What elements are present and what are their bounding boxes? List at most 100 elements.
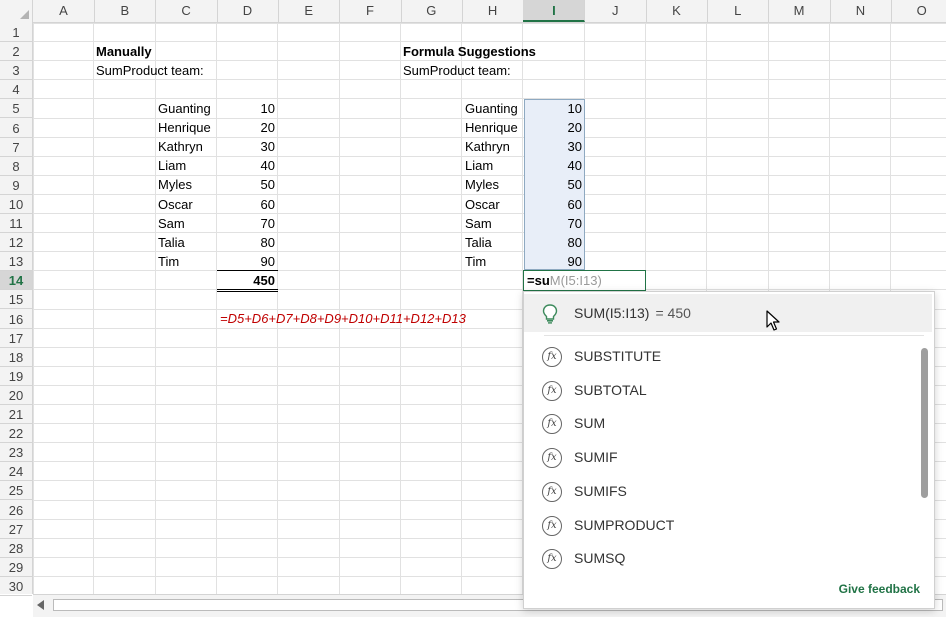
row-header-25[interactable]: 25 [0, 481, 32, 501]
column-header-M[interactable]: M [769, 0, 831, 22]
column-header-H[interactable]: H [462, 0, 525, 22]
row-header-11[interactable]: 11 [0, 214, 32, 233]
right-value-cell[interactable]: 70 [524, 214, 585, 233]
active-cell-I14[interactable]: =suM(I5:I13) [523, 270, 646, 291]
suggestion-result: = 450 [655, 305, 691, 321]
popup-scrollbar-thumb[interactable] [921, 348, 928, 498]
row-header-20[interactable]: 20 [0, 386, 32, 405]
column-header-B[interactable]: B [94, 0, 157, 22]
row-header-10[interactable]: 10 [0, 195, 32, 214]
column-header-N[interactable]: N [830, 0, 892, 22]
left-value-cell[interactable]: 80 [217, 233, 278, 252]
right-name-cell[interactable]: Tim [462, 252, 489, 271]
left-name-cell[interactable]: Tim [155, 252, 182, 271]
row-header-5[interactable]: 5 [0, 99, 32, 119]
right-value-cell[interactable]: 90 [524, 252, 585, 271]
row-header-27[interactable]: 27 [0, 520, 32, 539]
left-value-cell[interactable]: 40 [217, 156, 278, 175]
right-name-cell[interactable]: Guanting [462, 99, 521, 118]
right-name-cell[interactable]: Myles [462, 175, 502, 194]
row-header-16[interactable]: 16 [0, 310, 32, 329]
function-item-subtotal[interactable]: fx SUBTOTAL [524, 374, 919, 408]
column-header-G[interactable]: G [401, 0, 463, 22]
formula-suggestion-row[interactable]: SUM(I5:I13) = 450 [524, 294, 932, 332]
right-value-cell[interactable]: 30 [524, 137, 585, 156]
row-header-3[interactable]: 3 [0, 61, 32, 81]
column-header-L[interactable]: L [707, 0, 770, 22]
function-item-substitute[interactable]: fx SUBSTITUTE [524, 340, 919, 374]
left-name-cell[interactable]: Myles [155, 175, 195, 194]
column-header-I[interactable]: I [523, 0, 586, 22]
left-value-cell[interactable]: 20 [217, 118, 278, 137]
column-header-E[interactable]: E [278, 0, 341, 22]
left-name-cell[interactable]: Sam [155, 214, 188, 233]
row-header-8[interactable]: 8 [0, 157, 32, 176]
function-item-sumifs[interactable]: fx SUMIFS [524, 475, 919, 509]
row-header-24[interactable]: 24 [0, 462, 32, 482]
left-name-cell[interactable]: Oscar [155, 195, 196, 214]
row-header-9[interactable]: 9 [0, 176, 32, 195]
right-name-cell[interactable]: Oscar [462, 195, 503, 214]
row-header-26[interactable]: 26 [0, 501, 32, 520]
column-header-J[interactable]: J [585, 0, 647, 22]
column-header-D[interactable]: D [217, 0, 279, 22]
left-name-cell[interactable]: Henrique [155, 118, 214, 137]
left-value-cell[interactable]: 60 [217, 195, 278, 214]
right-name-cell[interactable]: Kathryn [462, 137, 513, 156]
left-value-cell[interactable]: 30 [217, 137, 278, 156]
row-header-21[interactable]: 21 [0, 405, 32, 424]
select-all-corner[interactable] [0, 0, 33, 22]
column-headers: ABCDEFGHIJKLMNO [0, 0, 946, 23]
row-header-29[interactable]: 29 [0, 558, 32, 577]
right-name-cell[interactable]: Sam [462, 214, 495, 233]
left-name-cell[interactable]: Liam [155, 156, 189, 175]
function-name: SUMSQ [574, 550, 626, 567]
right-name-cell[interactable]: Liam [462, 156, 496, 175]
left-value-cell[interactable]: 70 [217, 214, 278, 233]
left-total-double-border-1 [217, 289, 278, 290]
right-name-cell[interactable]: Henrique [462, 118, 521, 137]
function-item-sumsq[interactable]: fx SUMSQ [524, 542, 919, 576]
left-value-cell[interactable]: 90 [217, 252, 278, 271]
row-header-17[interactable]: 17 [0, 329, 32, 348]
row-header-4[interactable]: 4 [0, 80, 32, 100]
row-header-28[interactable]: 28 [0, 539, 32, 558]
manually-heading: Manually [96, 44, 152, 59]
column-header-A[interactable]: A [33, 0, 95, 22]
row-header-13[interactable]: 13 [0, 252, 32, 272]
row-header-14[interactable]: 14 [0, 271, 32, 291]
scroll-left-arrow-icon[interactable] [37, 600, 44, 610]
right-value-cell[interactable]: 40 [524, 156, 585, 175]
row-header-23[interactable]: 23 [0, 443, 32, 463]
column-header-C[interactable]: C [156, 0, 218, 22]
right-value-cell[interactable]: 60 [524, 195, 585, 214]
row-header-2[interactable]: 2 [0, 42, 32, 62]
give-feedback-link[interactable]: Give feedback [839, 582, 920, 596]
function-item-sum[interactable]: fx SUM [524, 407, 919, 441]
row-header-15[interactable]: 15 [0, 290, 32, 310]
right-name-cell[interactable]: Talia [462, 233, 495, 252]
row-header-6[interactable]: 6 [0, 119, 32, 138]
row-header-1[interactable]: 1 [0, 23, 32, 42]
left-name-cell[interactable]: Guanting [155, 99, 214, 118]
left-name-cell[interactable]: Kathryn [155, 137, 206, 156]
row-header-22[interactable]: 22 [0, 424, 32, 444]
column-header-F[interactable]: F [340, 0, 402, 22]
right-value-cell[interactable]: 80 [524, 233, 585, 252]
column-header-K[interactable]: K [646, 0, 708, 22]
row-header-18[interactable]: 18 [0, 348, 32, 367]
left-value-cell[interactable]: 10 [217, 99, 278, 118]
function-item-sumproduct[interactable]: fx SUMPRODUCT [524, 509, 919, 543]
row-header-7[interactable]: 7 [0, 138, 32, 157]
row-header-30[interactable]: 30 [0, 577, 32, 596]
left-name-cell[interactable]: Talia [155, 233, 188, 252]
right-value-cell[interactable]: 20 [524, 118, 585, 137]
right-value-cell[interactable]: 50 [524, 175, 585, 194]
right-value-cell[interactable]: 10 [524, 99, 585, 118]
column-header-O[interactable]: O [891, 0, 946, 22]
row-header-12[interactable]: 12 [0, 233, 32, 253]
lightbulb-icon [542, 304, 558, 327]
function-item-sumif[interactable]: fx SUMIF [524, 441, 919, 475]
left-value-cell[interactable]: 50 [217, 175, 278, 194]
row-header-19[interactable]: 19 [0, 367, 32, 386]
